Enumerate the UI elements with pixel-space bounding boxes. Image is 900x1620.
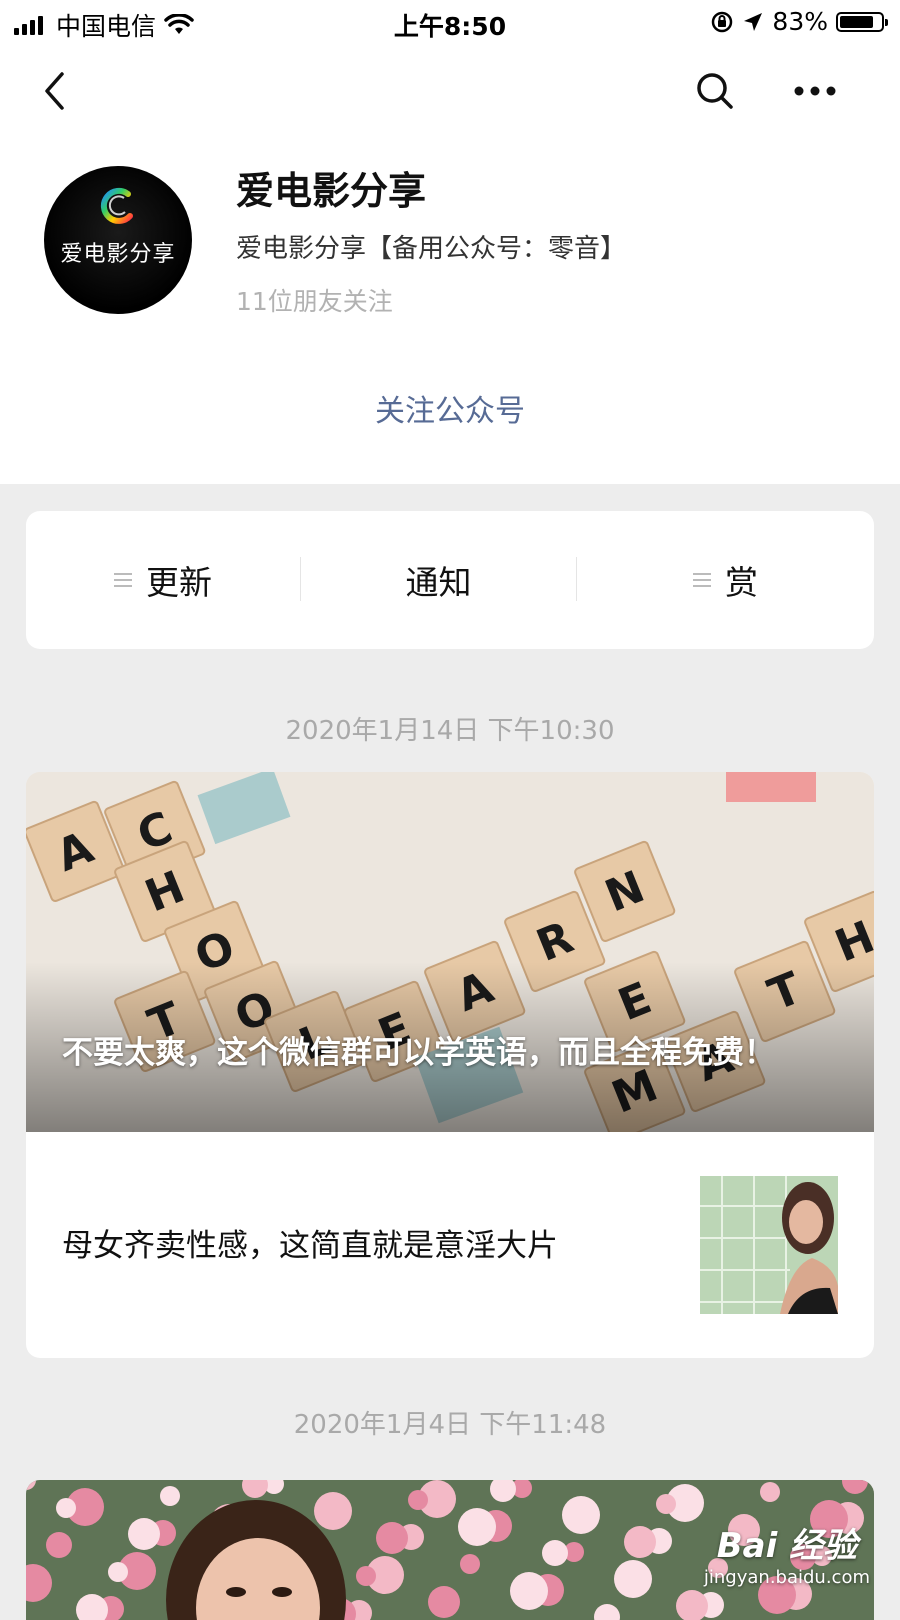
account-avatar[interactable]: 爱电影分享 <box>44 166 192 314</box>
sub-article[interactable]: 母女齐卖性感，这简直就是意淫大片 <box>26 1132 874 1358</box>
follower-count[interactable]: 11位朋友关注 <box>236 282 393 318</box>
feed-date: 2020年1月14日 下午10:30 <box>285 716 615 746</box>
battery-percent: 83% <box>772 7 828 36</box>
location-arrow-icon <box>744 12 763 31</box>
follow-button[interactable]: 关注公众号 <box>0 386 900 430</box>
menu-item-updates[interactable]: 更新 <box>26 511 300 649</box>
flower-petal <box>428 1586 460 1618</box>
flower-petal <box>624 1526 656 1558</box>
article-card: ACHOTOLEARNEMATH 不要太爽，这个微信群可以学英语，而且全程免费！… <box>26 772 874 1358</box>
sub-article-title[interactable]: 母女齐卖性感，这简直就是意淫大片 <box>62 1220 558 1265</box>
submenu-icon <box>114 569 132 591</box>
search-button[interactable] <box>690 66 740 116</box>
account-name: 爱电影分享 <box>236 169 427 213</box>
flower-petal <box>314 1492 352 1530</box>
avatar-text: 爱电影分享 <box>60 242 176 267</box>
more-horizontal-icon <box>794 86 836 96</box>
flower-petal <box>656 1494 676 1514</box>
flower-petal <box>128 1518 160 1550</box>
flower-petal <box>160 1486 180 1506</box>
orientation-lock-icon <box>712 11 733 32</box>
flower-petal <box>614 1560 652 1598</box>
article-title[interactable]: 不要太爽，这个微信群可以学英语，而且全程免费！ <box>62 1030 814 1076</box>
flower-petal <box>56 1498 76 1518</box>
submenu-icon <box>693 569 711 591</box>
flower-petal <box>376 1522 408 1554</box>
nav-bar <box>0 46 900 136</box>
flower-petal <box>108 1562 128 1582</box>
chevron-left-icon <box>45 72 64 110</box>
flower-petal <box>460 1554 480 1574</box>
flower-petal <box>458 1508 496 1546</box>
watermark-url: jingyan.baidu.com <box>703 1567 870 1588</box>
search-icon <box>697 73 733 109</box>
battery-icon <box>836 11 888 32</box>
menu-item-notice[interactable]: 通知 <box>301 511 576 649</box>
feed-date: 2020年1月4日 下午11:48 <box>293 1410 607 1440</box>
flower-petal <box>356 1566 376 1586</box>
baidu-watermark: Bai 经验 jingyan.baidu.com <box>704 1518 870 1588</box>
menu-item-reward[interactable]: 赏 <box>577 511 874 649</box>
flower-petal <box>46 1532 72 1558</box>
watermark-logo: Bai 经验 <box>716 1526 858 1566</box>
more-button[interactable] <box>790 66 840 116</box>
back-button[interactable] <box>30 66 80 116</box>
flower-petal <box>542 1540 568 1566</box>
status-bar: 中国电信 上午8:50 83% <box>0 0 900 46</box>
menu-item-label: 通知 <box>405 563 472 602</box>
thumbnail-image <box>700 1176 838 1314</box>
battery-level <box>840 15 874 28</box>
account-header: 爱电影分享 爱电影分享 爱电影分享【备用公众号：零音】 11位朋友关注 关注公众… <box>0 136 900 484</box>
menu-item-label: 赏 <box>725 563 758 602</box>
article-cover[interactable]: ACHOTOLEARNEMATH 不要太爽，这个微信群可以学英语，而且全程免费！ <box>26 772 874 1132</box>
logo-swirl-icon <box>100 187 133 224</box>
status-right: 83% <box>710 7 888 36</box>
sub-article-thumbnail[interactable] <box>700 1176 838 1314</box>
flower-petal <box>408 1490 428 1510</box>
flower-petal <box>510 1572 548 1610</box>
flower-petal <box>760 1482 780 1502</box>
account-description: 爱电影分享【备用公众号：零音】 <box>236 234 627 264</box>
menu-bar: 更新 通知 赏 <box>26 511 874 649</box>
menu-item-label: 更新 <box>146 563 212 602</box>
flower-petal <box>562 1496 600 1534</box>
